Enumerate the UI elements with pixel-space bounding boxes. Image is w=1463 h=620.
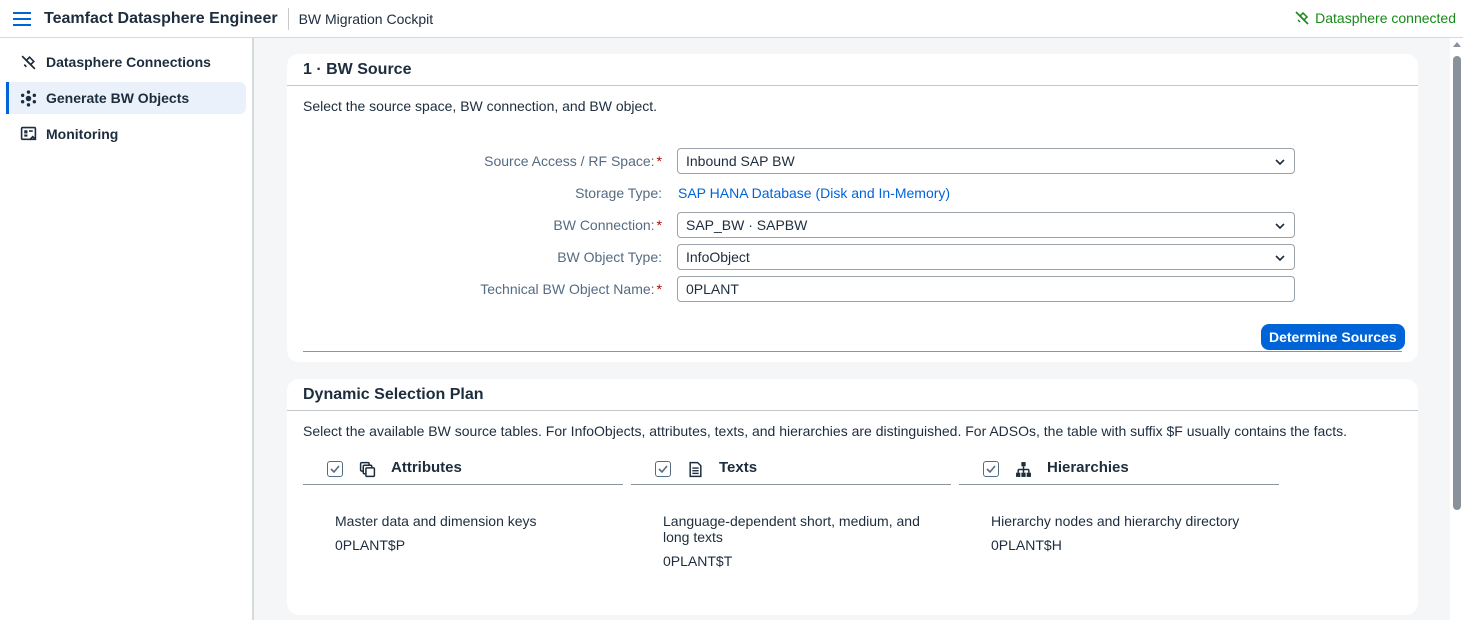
card-bottom-divider [303, 351, 1402, 352]
required-marker: * [656, 153, 662, 169]
source-space-label: Source Access / RF Space: * [484, 153, 662, 169]
attributes-title: Attributes [391, 459, 462, 476]
connection-plug-icon [21, 55, 36, 69]
connection-plug-icon [1295, 11, 1309, 25]
scroll-up-arrow-icon[interactable] [1453, 42, 1461, 47]
column-header: Attributes [303, 459, 623, 485]
bw-connection-value: SAP_BW · SAPBW [686, 217, 808, 233]
bw-source-card: 1 · BW Source Select the source space, B… [287, 54, 1418, 362]
selection-plan-title: Dynamic Selection Plan [303, 386, 484, 403]
checkmark-icon [658, 465, 668, 474]
cube-network-icon [20, 89, 37, 107]
storage-type-label: Storage Type: [575, 185, 662, 201]
texts-description: Language-dependent short, medium, and lo… [663, 513, 920, 545]
column-header: Texts [631, 459, 951, 485]
technical-name-label: Technical BW Object Name: * [480, 281, 662, 297]
bw-source-title: 1 · BW Source [303, 61, 412, 78]
app-title: Teamfact Datasphere Engineer [44, 9, 278, 27]
side-navigation: Datasphere Connections Generate BW Objec… [0, 38, 254, 620]
bw-source-description: Select the source space, BW connection, … [303, 98, 658, 114]
selection-plan-description: Select the available BW source tables. F… [303, 423, 1348, 439]
column-header: Hierarchies [959, 459, 1279, 485]
attributes-description: Master data and dimension keys [335, 513, 537, 529]
bw-object-type-value: InfoObject [686, 249, 750, 265]
technical-name-value: 0PLANT [686, 281, 739, 297]
chevron-down-icon [1275, 159, 1285, 166]
chevron-down-icon [1275, 255, 1285, 262]
selection-plan-card: Dynamic Selection Plan Select the availa… [287, 379, 1418, 615]
hierarchies-title: Hierarchies [1047, 459, 1129, 476]
attributes-table-name: 0PLANT$P [335, 537, 406, 553]
texts-checkbox[interactable] [655, 461, 671, 477]
shell-separator [287, 7, 289, 30]
bw-connection-label: BW Connection: * [553, 217, 662, 233]
hamburger-menu-icon [13, 11, 31, 26]
card-divider [287, 85, 1418, 86]
source-space-value: Inbound SAP BW [686, 153, 795, 169]
bw-object-type-select[interactable]: InfoObject [677, 244, 1295, 270]
connection-status: Datasphere connected [1294, 0, 1456, 36]
hierarchy-icon [1016, 462, 1031, 477]
document-text-icon [689, 461, 702, 478]
hamburger-menu-button[interactable] [0, 0, 44, 38]
bw-connection-select[interactable]: SAP_BW · SAPBW [677, 212, 1295, 238]
checkmark-icon [986, 465, 996, 474]
checkmark-icon [330, 465, 340, 474]
sidebar-item-label: Generate BW Objects [46, 90, 190, 106]
hierarchies-checkbox[interactable] [983, 461, 999, 477]
required-marker: * [656, 217, 662, 233]
hierarchies-description: Hierarchy nodes and hierarchy directory [991, 513, 1240, 529]
attributes-checkbox[interactable] [327, 461, 343, 477]
source-space-select[interactable]: Inbound SAP BW [677, 148, 1295, 174]
technical-name-input[interactable]: 0PLANT [677, 276, 1295, 302]
sidebar-item-label: Monitoring [46, 126, 119, 142]
source-space-label-text: Source Access / RF Space: [484, 153, 655, 169]
attributes-copy-icon [359, 461, 376, 478]
app-subtitle: BW Migration Cockpit [298, 10, 434, 27]
determine-sources-button[interactable]: Determine Sources [1261, 324, 1405, 350]
technical-name-label-text: Technical BW Object Name: [480, 281, 655, 297]
sidebar-item-monitoring[interactable]: Monitoring [6, 118, 246, 150]
chevron-down-icon [1275, 223, 1285, 230]
shell-bar: Teamfact Datasphere Engineer BW Migratio… [0, 0, 1463, 38]
monitor-dashboard-icon [20, 126, 37, 140]
storage-type-value: SAP HANA Database (Disk and In-Memory) [678, 185, 951, 201]
sidebar-item-datasphere-connections[interactable]: Datasphere Connections [6, 46, 246, 78]
sidebar-item-label: Datasphere Connections [46, 54, 211, 70]
card-divider [287, 410, 1418, 411]
required-marker: * [656, 281, 662, 297]
scrollbar-thumb[interactable] [1453, 56, 1461, 510]
texts-table-name: 0PLANT$T [663, 553, 733, 569]
sidebar-item-generate-bw-objects[interactable]: Generate BW Objects [6, 82, 246, 114]
bw-connection-label-text: BW Connection: [553, 217, 655, 233]
hierarchies-table-name: 0PLANT$H [991, 537, 1062, 553]
connection-status-text: Datasphere connected [1315, 10, 1456, 26]
bw-object-type-label: BW Object Type: [557, 249, 662, 265]
texts-title: Texts [719, 459, 758, 476]
